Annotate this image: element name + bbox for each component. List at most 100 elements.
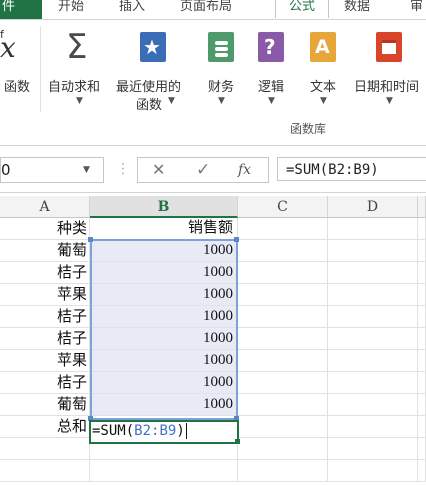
autosum-button[interactable]: Σ 自动求和 ▼ [48, 24, 112, 114]
column-header-c[interactable]: C [238, 196, 328, 218]
column-header-e[interactable] [418, 196, 426, 218]
cell-e8[interactable] [418, 372, 426, 394]
cell-b1[interactable]: 销售额 [90, 218, 238, 240]
cell-a6[interactable]: 桔子 [0, 328, 90, 350]
tab-formulas[interactable]: 公式 [275, 0, 329, 18]
tab-file-label: 件 [2, 0, 16, 14]
cell-b3[interactable]: 1000 [90, 262, 238, 284]
cell-c7[interactable] [238, 350, 328, 372]
formula-input[interactable]: =SUM(B2:B9) [277, 157, 426, 181]
cell-d11[interactable] [328, 438, 418, 460]
cell-d3[interactable] [328, 262, 418, 284]
text-functions-button[interactable]: A 文本 ▼ [304, 24, 344, 114]
cell-e12[interactable] [418, 460, 426, 482]
ribbon-formulas: 𝑥 f 函数 Σ 自动求和 ▼ ★ 最近使用的 函数 ▼ 财务 ▼ ? 逻辑 ▼ [0, 20, 426, 144]
cell-a5[interactable]: 桔子 [0, 306, 90, 328]
cell-d10[interactable] [328, 416, 418, 438]
chevron-down-icon[interactable]: ▼ [83, 158, 90, 182]
selection-handle[interactable] [234, 237, 239, 242]
fx-icon[interactable]: fx [238, 159, 251, 181]
cell-d8[interactable] [328, 372, 418, 394]
tab-data[interactable]: 数据 [344, 0, 388, 18]
cell-c10[interactable] [238, 416, 328, 438]
cell-a9[interactable]: 葡萄 [0, 394, 90, 416]
cell-b12[interactable] [90, 460, 238, 482]
tab-file[interactable]: 件 [0, 0, 42, 20]
cell-e4[interactable] [418, 284, 426, 306]
cell-a11[interactable] [0, 438, 90, 460]
logical-label: 逻辑 [258, 80, 285, 95]
cell-b5[interactable]: 1000 [90, 306, 238, 328]
cell-c5[interactable] [238, 306, 328, 328]
cell-b6[interactable]: 1000 [90, 328, 238, 350]
cell-edit-formula[interactable]: =SUM(B2:B9) [92, 420, 187, 442]
insert-function-button[interactable]: 𝑥 f 函数 [0, 28, 38, 108]
text-book-icon: A [310, 32, 336, 62]
cell-c9[interactable] [238, 394, 328, 416]
column-header-b[interactable]: B [90, 196, 238, 218]
recently-used-button[interactable]: ★ 最近使用的 函数 ▼ [116, 24, 196, 114]
tab-insert[interactable]: 插入 [119, 0, 159, 18]
cell-b7[interactable]: 1000 [90, 350, 238, 372]
cell-c4[interactable] [238, 284, 328, 306]
cell-b9[interactable]: 1000 [90, 394, 238, 416]
selection-handle[interactable] [88, 237, 93, 242]
cell-d4[interactable] [328, 284, 418, 306]
cell-d2[interactable] [328, 240, 418, 262]
cell-d12[interactable] [328, 460, 418, 482]
formula-suffix: ) [176, 423, 185, 439]
cell-e6[interactable] [418, 328, 426, 350]
cell-d7[interactable] [328, 350, 418, 372]
cell-e11[interactable] [418, 438, 426, 460]
tab-review[interactable]: 审 [410, 0, 426, 18]
cell-e9[interactable] [418, 394, 426, 416]
cell-b2[interactable]: 1000 [90, 240, 238, 262]
cell-d5[interactable] [328, 306, 418, 328]
cell-e3[interactable] [418, 262, 426, 284]
recently-used-label-line2: 函数 [136, 98, 163, 113]
cell-a3[interactable]: 桔子 [0, 262, 90, 284]
cell-e10[interactable] [418, 416, 426, 438]
formula-bar-divider [0, 192, 426, 193]
cancel-icon[interactable]: ✕ [152, 159, 165, 181]
cell-c6[interactable] [238, 328, 328, 350]
cell-d6[interactable] [328, 328, 418, 350]
cell-a1[interactable]: 种类 [0, 218, 90, 240]
fill-handle[interactable] [235, 439, 240, 444]
cell-a4[interactable]: 苹果 [0, 284, 90, 306]
name-box[interactable]: 0 ▼ [0, 157, 104, 183]
cell-e1[interactable] [418, 218, 426, 240]
cell-a10[interactable]: 总和 [0, 416, 90, 438]
cell-c8[interactable] [238, 372, 328, 394]
cell-a8[interactable]: 桔子 [0, 372, 90, 394]
column-header-a[interactable]: A [0, 196, 90, 218]
cell-d1[interactable] [328, 218, 418, 240]
cell-c11[interactable] [238, 438, 328, 460]
cell-c2[interactable] [238, 240, 328, 262]
tab-home[interactable]: 开始 [58, 0, 98, 18]
chevron-down-icon: ▼ [218, 96, 225, 106]
cell-e5[interactable] [418, 306, 426, 328]
cell-e2[interactable] [418, 240, 426, 262]
cell-c3[interactable] [238, 262, 328, 284]
chevron-down-icon: ▼ [268, 96, 275, 106]
chevron-down-icon: ▼ [168, 96, 175, 106]
cell-c1[interactable] [238, 218, 328, 240]
enter-icon[interactable]: ✓ [196, 159, 210, 181]
cell-b8[interactable]: 1000 [90, 372, 238, 394]
cell-b4[interactable]: 1000 [90, 284, 238, 306]
column-header-d[interactable]: D [328, 196, 418, 218]
cell-a7[interactable]: 苹果 [0, 350, 90, 372]
cell-a2[interactable]: 葡萄 [0, 240, 90, 262]
date-time-button[interactable]: 日期和时间 ▼ [354, 24, 426, 114]
tab-page-layout[interactable]: 页面布局 [180, 0, 252, 18]
sigma-icon: Σ [66, 27, 88, 67]
cell-e7[interactable] [418, 350, 426, 372]
cell-a12[interactable] [0, 460, 90, 482]
cell-d9[interactable] [328, 394, 418, 416]
cell-c12[interactable] [238, 460, 328, 482]
formula-prefix: =SUM( [92, 423, 135, 439]
logical-button[interactable]: ? 逻辑 ▼ [252, 24, 292, 114]
financial-button[interactable]: 财务 ▼ [202, 24, 242, 114]
formula-bar-grip-icon[interactable]: ⋮ [116, 160, 130, 178]
